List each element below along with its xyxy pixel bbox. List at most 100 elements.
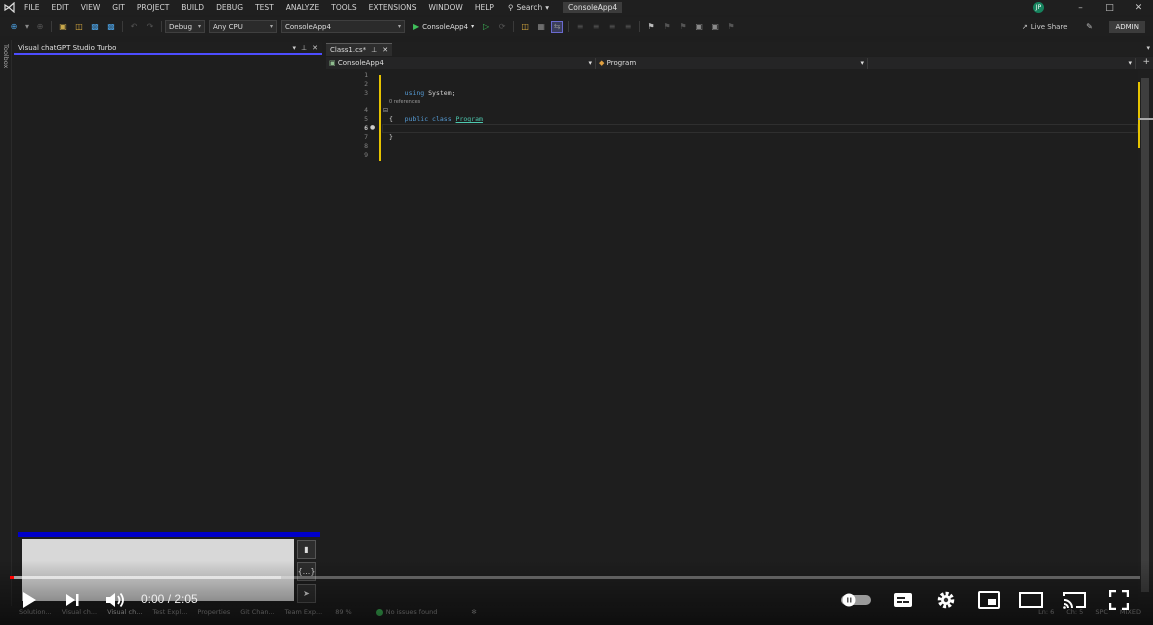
feedback-icon[interactable]: ✎ (1083, 21, 1095, 33)
toggle-toolbox-icon[interactable]: ⇆ (551, 20, 564, 33)
hot-reload-icon[interactable]: ⟳ (496, 21, 508, 33)
cast-button[interactable] (1062, 588, 1088, 612)
menu-file[interactable]: FILE (18, 0, 45, 15)
editor-scrollbar[interactable] (1138, 70, 1153, 608)
fullscreen-button[interactable] (1106, 588, 1132, 612)
chevron-down-icon: ▾ (588, 59, 592, 67)
save-all-icon[interactable]: ▩ (105, 21, 117, 33)
chevron-down-icon: ▾ (860, 59, 864, 67)
redo-icon[interactable]: ↷ (144, 21, 156, 33)
menu-debug[interactable]: DEBUG (210, 0, 249, 15)
send-button[interactable]: ➤ (297, 584, 316, 603)
align-left-icon[interactable]: ≡ (574, 21, 586, 33)
tool-window-title: Visual chatGPT Studio Turbo (18, 43, 117, 52)
tab-git-changes[interactable]: Git Chan... (235, 608, 279, 616)
theater-mode-button[interactable] (1018, 588, 1044, 612)
avatar[interactable]: JP (1033, 2, 1044, 13)
close-icon[interactable]: ✕ (312, 44, 318, 52)
navigate-forward-icon[interactable]: ⊕ (34, 21, 46, 33)
tab-label: Class1.cs* (330, 46, 367, 54)
startup-project-dropdown[interactable]: ConsoleApp4 ▾ (281, 20, 405, 33)
maximize-icon[interactable]: □ (1095, 3, 1124, 13)
pin-icon[interactable]: ⊥ (371, 46, 377, 54)
settings-button[interactable] (933, 588, 959, 612)
save-icon[interactable]: ▩ (89, 21, 101, 33)
pin-icon[interactable]: ⊥ (301, 44, 307, 52)
menu-test[interactable]: TEST (249, 0, 280, 15)
menu-tools[interactable]: TOOLS (325, 0, 362, 15)
mute-button[interactable] (102, 588, 128, 612)
nav-member-dropdown[interactable]: ◆ Program ▾ (596, 57, 868, 69)
tab-class1[interactable]: Class1.cs* ⊥ ✕ (326, 43, 393, 56)
menu-help[interactable]: HELP (469, 0, 500, 15)
scrollbar-thumb[interactable] (1141, 78, 1149, 592)
bookmark-next-icon[interactable]: ⚑ (677, 21, 689, 33)
next-button[interactable] (59, 588, 85, 612)
configuration-dropdown[interactable]: Debug ▾ (165, 20, 205, 33)
platform-dropdown[interactable]: Any CPU ▾ (209, 20, 277, 33)
menu-analyze[interactable]: ANALYZE (280, 0, 326, 15)
start-debugging-button[interactable]: ▶ ConsoleApp4 ▾ (413, 22, 474, 31)
nav-project-dropdown[interactable]: ▣ ConsoleApp4 ▾ (326, 57, 596, 69)
line-number: 5 (364, 115, 368, 123)
bookmark-folder-icon[interactable]: ▣ (693, 21, 705, 33)
navigate-back-icon[interactable]: ⊕ (8, 21, 20, 33)
autoplay-toggle[interactable] (840, 588, 872, 612)
tab-test-explorer[interactable]: Test Expl... (147, 608, 192, 616)
tab-properties[interactable]: Properties (192, 608, 235, 616)
chevron-down-icon[interactable]: ▾ (293, 44, 297, 52)
miniplayer-button[interactable] (976, 588, 1002, 612)
chevron-down-icon[interactable]: ▾ (24, 21, 30, 33)
undo-icon[interactable]: ↶ (128, 21, 140, 33)
solution-explorer-icon[interactable]: ◫ (519, 21, 531, 33)
code-line-close-brace: } (389, 133, 393, 141)
collapse-icon[interactable]: ⊟ (383, 107, 388, 114)
issues-indicator[interactable]: No issues found (370, 608, 444, 616)
split-editor-icon[interactable]: + (1142, 57, 1150, 68)
zoom-level[interactable]: 89 % (329, 608, 358, 616)
menu-build[interactable]: BUILD (175, 0, 210, 15)
chevron-down-icon: ▾ (269, 23, 273, 30)
open-folder-icon[interactable]: ◫ (73, 21, 85, 33)
visual-studio-logo-icon[interactable] (0, 0, 18, 15)
menu-view[interactable]: VIEW (75, 0, 107, 15)
tab-list-icon[interactable]: ▾ (1146, 44, 1150, 52)
menu-project[interactable]: PROJECT (131, 0, 175, 15)
bookmark-prev-icon[interactable]: ⚑ (661, 21, 673, 33)
indent-icon[interactable]: ≡ (606, 21, 618, 33)
new-project-icon[interactable]: ▣ (57, 21, 69, 33)
close-icon[interactable]: ✕ (1124, 3, 1153, 13)
toggle-bookmark-icon[interactable]: ⚑ (725, 21, 737, 33)
menu-git[interactable]: GIT (106, 0, 131, 15)
play-button[interactable] (16, 588, 42, 612)
code-editor[interactable]: 1 2 3 4 5 6 7 8 9 ⊟ ● using System; 0 re… (326, 70, 1138, 608)
lightbulb-icon[interactable]: ● (370, 124, 375, 131)
minimize-icon[interactable]: – (1066, 3, 1095, 13)
nav-third-dropdown[interactable]: ▾ (868, 57, 1136, 69)
search-icon: ⚲ (507, 3, 514, 12)
close-icon[interactable]: ✕ (382, 46, 388, 54)
toolbar-separator (51, 21, 52, 32)
delete-button[interactable]: ▮ (297, 540, 316, 559)
admin-badge[interactable]: ADMIN (1109, 20, 1145, 33)
keyword-using: using (404, 89, 425, 97)
layout-icon[interactable]: ▦ (535, 21, 547, 33)
menu-window[interactable]: WINDOW (423, 0, 469, 15)
clear-bookmarks-icon[interactable]: ▣ (709, 21, 721, 33)
keyword-public: public (404, 115, 429, 123)
start-without-debugging-icon[interactable]: ▷ (480, 21, 492, 33)
tab-team-explorer[interactable]: Team Exp... (280, 608, 328, 616)
outdent-icon[interactable]: ≡ (622, 21, 634, 33)
menu-extensions[interactable]: EXTENSIONS (363, 0, 423, 15)
subtitles-button[interactable] (890, 588, 916, 612)
bookmark-icon[interactable]: ⚑ (645, 21, 657, 33)
align-center-icon[interactable]: ≡ (590, 21, 602, 33)
live-share-button[interactable]: ↗ Live Share (1022, 23, 1068, 31)
search-box[interactable]: ⚲ Search ▾ (500, 3, 557, 12)
toolbox-tab[interactable]: Toolbox (2, 44, 10, 68)
codelens-references[interactable]: 0 references (389, 99, 420, 105)
menu-edit[interactable]: EDIT (45, 0, 74, 15)
cleanup-icon[interactable]: ✻ (465, 608, 482, 616)
chevron-down-icon: ▾ (471, 23, 475, 30)
change-tracking-bar (379, 75, 381, 161)
